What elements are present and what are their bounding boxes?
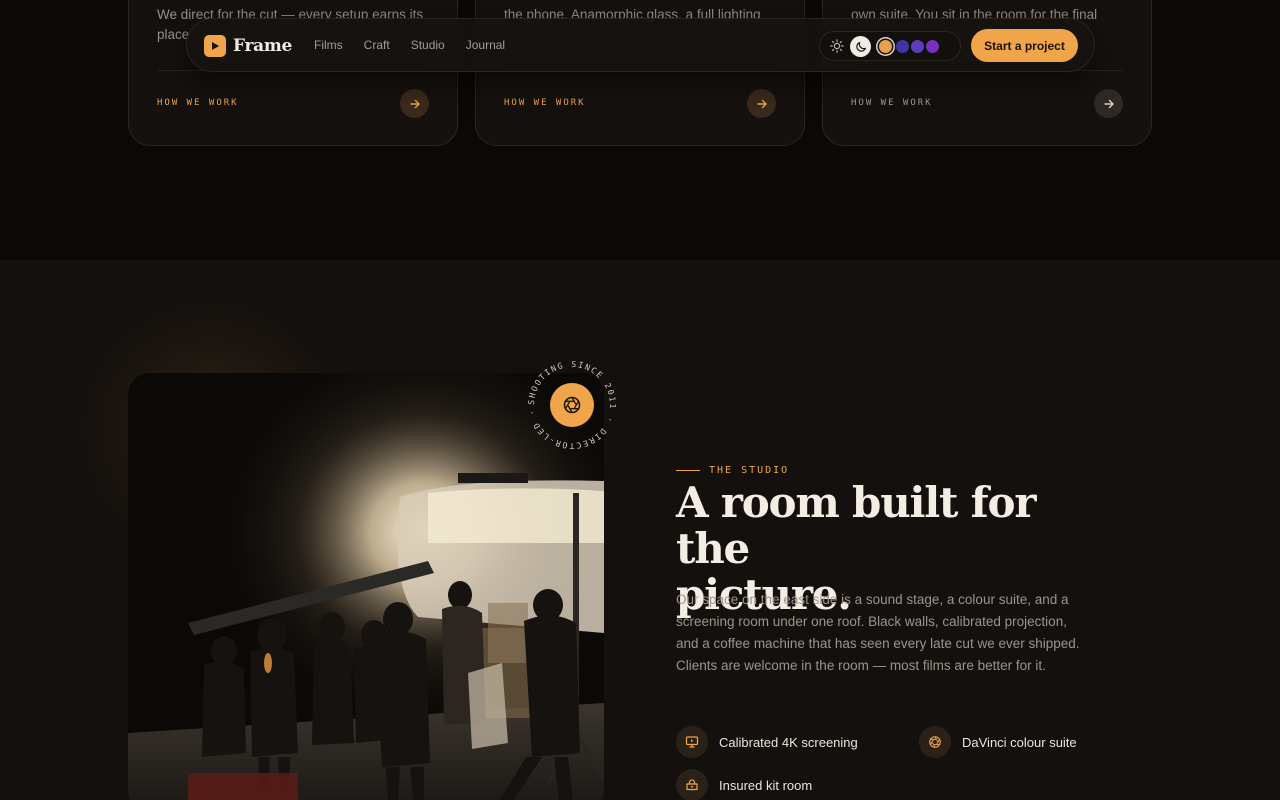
section-eyebrow: THE STUDIO bbox=[676, 465, 789, 476]
how-we-work-link[interactable]: HOW WE WORK bbox=[157, 98, 239, 108]
feature-label: DaVinci colour suite bbox=[962, 734, 1077, 750]
feature-label: Insured kit room bbox=[719, 777, 813, 793]
feature-item: Calibrated 4K screening bbox=[676, 726, 858, 758]
top-nav: Frame Films Craft Studio Journal Start a… bbox=[186, 18, 1095, 72]
nav-link-studio[interactable]: Studio bbox=[411, 38, 445, 52]
box-icon bbox=[676, 769, 708, 800]
arrow-right-icon[interactable] bbox=[1094, 89, 1123, 118]
swatch-violet[interactable] bbox=[911, 40, 924, 53]
studio-section: SHOOTING SINCE 2011 · DIRECTOR-LED · THE… bbox=[0, 260, 1280, 800]
eyebrow-line bbox=[676, 470, 700, 471]
nav-link-journal[interactable]: Journal bbox=[466, 38, 505, 52]
feature-item: Insured kit room bbox=[676, 769, 812, 800]
aperture-icon bbox=[550, 383, 594, 427]
monitor-icon bbox=[676, 726, 708, 758]
nav-link-craft[interactable]: Craft bbox=[364, 38, 390, 52]
swatch-indigo[interactable] bbox=[896, 40, 909, 53]
moon-icon[interactable] bbox=[850, 36, 871, 57]
aperture-icon bbox=[919, 726, 951, 758]
feature-item: DaVinci colour suite bbox=[919, 726, 1077, 758]
theme-switcher bbox=[819, 31, 961, 61]
eyebrow-text: THE STUDIO bbox=[709, 465, 790, 476]
headline-line-1: A room built for the bbox=[676, 478, 1036, 573]
section-body: Our space on the east side is a sound st… bbox=[676, 592, 1080, 673]
how-we-work-link[interactable]: HOW WE WORK bbox=[504, 98, 586, 108]
how-we-work-link[interactable]: HOW WE WORK bbox=[851, 98, 933, 108]
play-icon bbox=[204, 35, 226, 57]
nav-link-films[interactable]: Films bbox=[314, 38, 343, 52]
start-project-button[interactable]: Start a project bbox=[971, 29, 1078, 62]
nav-links: Films Craft Studio Journal bbox=[314, 38, 505, 52]
arrow-right-icon[interactable] bbox=[747, 89, 776, 118]
feature-label: Calibrated 4K screening bbox=[719, 734, 858, 750]
sun-icon[interactable] bbox=[829, 38, 845, 54]
swatch-purple[interactable] bbox=[926, 40, 939, 53]
brand-logo[interactable]: Frame bbox=[204, 35, 292, 57]
arrow-right-icon[interactable] bbox=[400, 89, 429, 118]
brand-name: Frame bbox=[233, 36, 293, 56]
swatch-amber[interactable] bbox=[879, 40, 892, 53]
